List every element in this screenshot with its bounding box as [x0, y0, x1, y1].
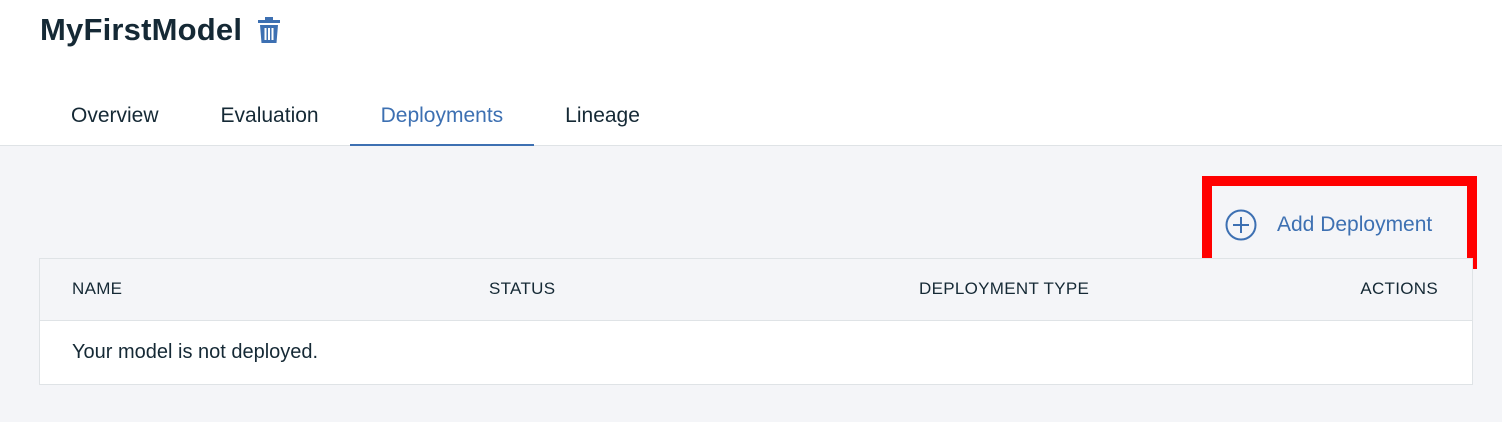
empty-state-message: Your model is not deployed.: [72, 341, 319, 363]
add-circle-icon: [1225, 209, 1257, 241]
tab-evaluation[interactable]: Evaluation: [190, 86, 350, 146]
tab-deployments[interactable]: Deployments: [349, 86, 535, 147]
column-header-actions: ACTIONS: [1360, 279, 1438, 298]
trash-icon[interactable]: [258, 17, 281, 43]
page-title: MyFirstModel: [40, 12, 243, 47]
title-row: MyFirstModel: [40, 12, 281, 48]
add-deployment-button[interactable]: Add Deployment: [1225, 208, 1432, 242]
tab-overview[interactable]: Overview: [40, 86, 190, 146]
deployments-panel: Add Deployment NAME STATUS DEPLOYMENT TY…: [0, 146, 1502, 422]
table-header: NAME STATUS DEPLOYMENT TYPE ACTIONS: [40, 259, 1472, 321]
tab-lineage[interactable]: Lineage: [534, 86, 671, 146]
table-body: Your model is not deployed.: [40, 321, 1472, 384]
column-header-deployment-type: DEPLOYMENT TYPE: [919, 279, 1090, 298]
page-header: MyFirstModel Overview Evaluation Deploym…: [0, 0, 1502, 147]
column-header-name: NAME: [72, 279, 123, 298]
page: MyFirstModel Overview Evaluation Deploym…: [0, 0, 1502, 422]
column-header-status: STATUS: [489, 279, 556, 298]
deployments-table: NAME STATUS DEPLOYMENT TYPE ACTIONS Your…: [39, 258, 1473, 385]
add-deployment-label: Add Deployment: [1277, 213, 1433, 236]
tab-bar: Overview Evaluation Deployments Lineage: [40, 86, 671, 147]
